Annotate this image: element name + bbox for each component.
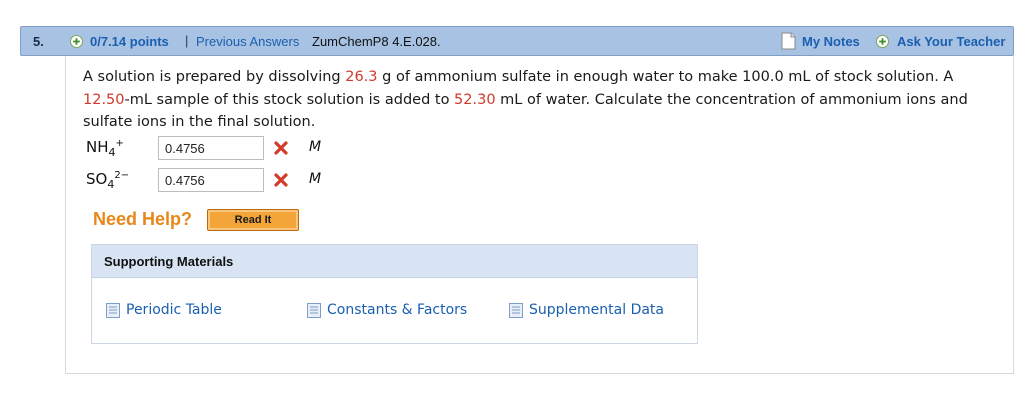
question-code: ZumChemP8 4.E.028. [312,34,441,49]
supporting-materials-title: Supporting Materials [104,254,234,269]
document-icon [307,303,321,322]
need-help-label: Need Help? [93,209,193,229]
question-card: 5. 0/7.14 points | Previous Answers ZumC… [20,26,1014,374]
ammonium-label: NH4+ [86,138,124,159]
question-text-part: g of ammonium sulfate in enough water to… [377,69,954,85]
ask-your-teacher-link[interactable]: Ask Your Teacher [897,34,1005,49]
question-header: 5. 0/7.14 points | Previous Answers ZumC… [20,26,1014,56]
points-link[interactable]: 0/7.14 points [90,34,169,49]
header-separator: | [185,33,189,48]
document-icon [509,303,523,322]
supporting-materials-panel: Supporting Materials Periodic Table Cons… [91,244,698,344]
water-volume-value: 52.30 [454,91,496,108]
question-text-part: -mL sample of this stock solution is add… [124,91,455,108]
sample-volume-value: 12.50 [83,91,125,108]
notes-icon[interactable] [781,32,796,53]
mass-value: 26.3 [345,69,378,85]
read-it-button[interactable]: Read It [207,209,299,231]
incorrect-x-icon [273,140,289,160]
question-number: 5. [33,34,44,49]
incorrect-x-icon [273,172,289,192]
ammonium-answer-input[interactable] [158,136,264,160]
previous-answers-link[interactable]: Previous Answers [196,34,299,49]
plus-circle-icon[interactable] [70,35,83,51]
unit-label: M [309,139,322,155]
sulfate-label: SO42− [86,170,130,191]
question-text: A solution is prepared by dissolving 26.… [83,66,993,134]
unit-label: M [309,171,322,187]
my-notes-link[interactable]: My Notes [802,34,860,49]
supporting-materials-header: Supporting Materials [92,245,697,278]
plus-circle-icon[interactable] [876,35,889,51]
document-icon [106,303,120,322]
sulfate-answer-input[interactable] [158,168,264,192]
question-text-part: A solution is prepared by dissolving [83,69,346,85]
